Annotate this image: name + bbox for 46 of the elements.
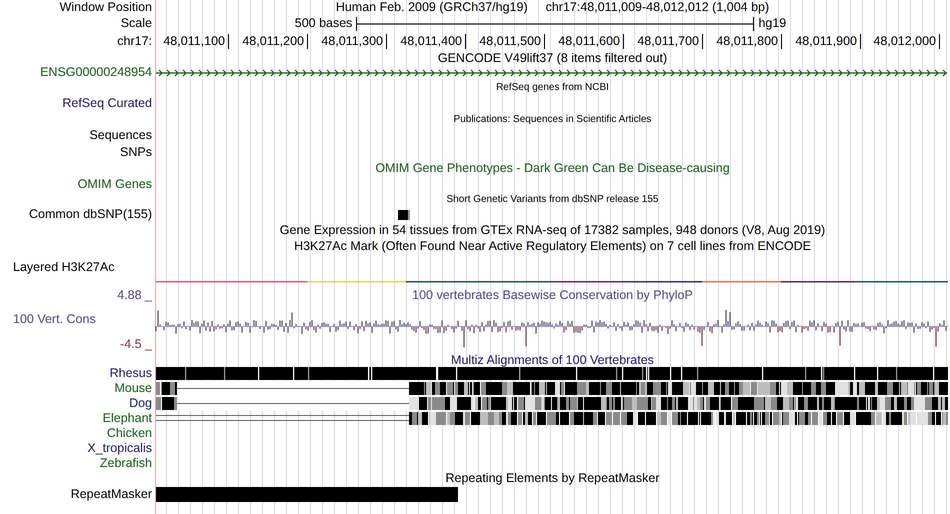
track-label: Zebrafish: [100, 457, 152, 470]
track-label: Rhesus: [110, 367, 152, 380]
ruler-tick-label: 48,011,900: [795, 34, 861, 49]
row-label: chr17:: [117, 35, 152, 48]
scale-length: 500 bases: [294, 17, 352, 30]
track-title: GENCODE V49lift37 (8 items filtered out): [438, 52, 668, 64]
track-label: Layered H3K27Ac: [13, 260, 114, 274]
ruler-tick-label: 48,011,500: [479, 34, 545, 49]
track-label: Elephant: [102, 412, 152, 425]
track-label: Sequences: [89, 129, 152, 142]
track-label: Chicken: [106, 427, 152, 440]
ruler-tick-label: 48,011,800: [716, 34, 782, 49]
axis-max-label: 4.88 _: [117, 289, 152, 302]
row-label: Window Position: [60, 1, 152, 14]
track-label: RepeatMasker: [70, 488, 152, 500]
track-title: Multiz Alignments of 100 Vertebrates: [451, 354, 654, 366]
axis-min-label: -4.5 _: [120, 338, 152, 350]
variant-marker: [398, 210, 410, 220]
ruler-tick-label: 48,012,000: [873, 34, 940, 49]
track-label: RefSeq Curated: [62, 97, 152, 110]
ruler-tick-label: 48,011,300: [321, 34, 387, 49]
track-title: RefSeq genes from NCBI: [496, 82, 609, 92]
track-label: OMIM Genes: [78, 178, 152, 191]
track-label: Mouse: [114, 382, 152, 395]
track-title: H3K27Ac Mark (Often Found Near Active Regulatory Elements) on 7 cell lines from ENCODE: [294, 240, 811, 252]
track-label: ENSG00000248954: [40, 66, 152, 79]
track-label: X_tropicalis: [87, 442, 152, 455]
ruler-tick-label: 48,011,400: [400, 34, 466, 49]
assembly-label: hg19: [758, 17, 786, 30]
genome-position: chr17:48,011,009-48,012,012 (1,004 bp): [546, 1, 770, 14]
track-title: OMIM Gene Phenotypes - Dark Green Can Be Disease-causing: [375, 162, 730, 175]
ruler-tick-label: 48,011,700: [637, 34, 703, 49]
track-title: Publications: Sequences in Scientific Articles: [454, 114, 652, 124]
track-label: 100 Vert. Cons: [12, 313, 96, 326]
track-label: Common dbSNP(155): [29, 208, 152, 221]
row-label: Scale: [120, 17, 152, 30]
assembly-name: Human Feb. 2009 (GRCh37/hg19): [336, 1, 528, 14]
track-title: Repeating Elements by RepeatMasker: [445, 472, 660, 485]
track-title: Gene Expression in 54 tissues from GTEx RNA-seq of 17382 samples, 948 donors (V8, Aug 2019): [280, 224, 826, 236]
track-label: SNPs: [120, 146, 152, 158]
track-title: 100 vertebrates Basewise Conservation by PhyloP: [412, 289, 693, 302]
ruler-tick-label: 48,011,200: [242, 34, 308, 49]
ruler-tick-label: 48,011,100: [163, 34, 229, 49]
track-title: Short Genetic Variants from dbSNP release 155: [446, 194, 658, 204]
ruler-tick-label: 48,011,600: [558, 34, 624, 49]
track-label: Dog: [129, 397, 152, 410]
